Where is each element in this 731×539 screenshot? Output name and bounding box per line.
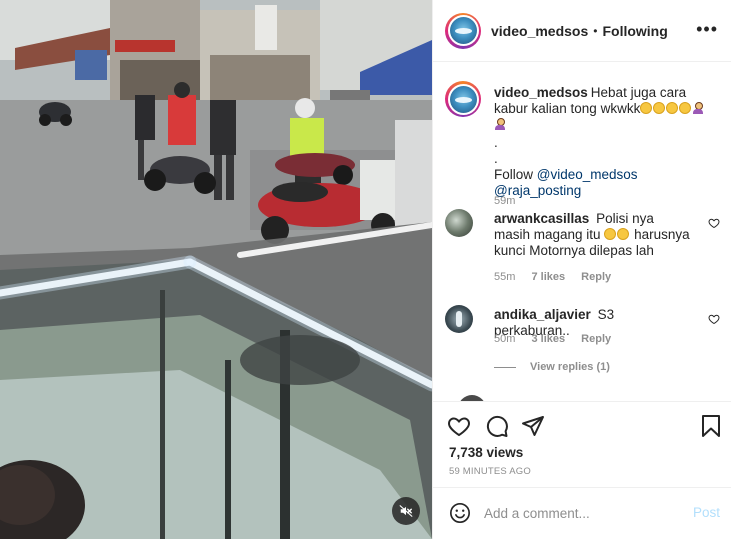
comment: andika_aljavier S3 perkaburan.. 50m 3 li…	[445, 305, 720, 355]
header-username[interactable]: video_medsos	[491, 23, 588, 39]
caption-timestamp[interactable]: 59m	[494, 195, 515, 207]
view-replies-label: View replies (1)	[530, 361, 610, 373]
reply-button[interactable]: Reply	[581, 333, 611, 345]
comment-composer: Post	[433, 487, 731, 539]
post-actions: 7,738 views 59 MINUTES AGO	[433, 401, 731, 487]
following-button[interactable]: Following	[602, 23, 667, 39]
comments-list[interactable]: video_medsos Hebat juga cara kabur kalian…	[433, 63, 731, 401]
speaker-muted-icon	[399, 505, 413, 517]
caption-username[interactable]: video_medsos	[494, 85, 588, 100]
rofl-emoji	[640, 102, 653, 114]
rofl-emoji	[666, 102, 679, 114]
comment-timestamp[interactable]: 55m	[494, 271, 515, 283]
post-header: video_medsos • Following •••	[433, 0, 731, 62]
video-player[interactable]	[0, 0, 432, 539]
caption-avatar[interactable]	[445, 81, 481, 117]
post-sidebar: video_medsos • Following ••• video_medso…	[432, 0, 731, 539]
like-heart-icon[interactable]	[447, 414, 471, 438]
caption-follow-text: Follow	[494, 167, 534, 182]
caption-dot-2: .	[494, 151, 498, 166]
replies-divider-line	[494, 366, 516, 368]
header-separator: •	[593, 23, 598, 38]
save-bookmark-icon[interactable]	[699, 414, 723, 438]
facepalm-emoji	[494, 118, 506, 130]
mute-toggle-button[interactable]	[392, 497, 420, 525]
video-frame	[0, 0, 432, 539]
comment-input[interactable]	[484, 502, 684, 524]
laugh-emoji	[604, 228, 617, 240]
facepalm-emoji	[692, 102, 704, 114]
caption: video_medsos Hebat juga cara kabur kalian…	[445, 81, 720, 207]
laugh-emoji	[617, 228, 630, 240]
rofl-emoji	[653, 102, 666, 114]
view-replies-button[interactable]: View replies (1)	[494, 361, 610, 373]
comment-likes[interactable]: 3 likes	[531, 333, 565, 345]
like-comment-heart-icon[interactable]	[708, 217, 720, 229]
mention-link[interactable]: @video_medsos	[537, 167, 638, 182]
comment-bubble-icon[interactable]	[485, 414, 509, 438]
like-comment-heart-icon[interactable]	[708, 313, 720, 325]
reply-button[interactable]: Reply	[581, 271, 611, 283]
emoji-picker-icon[interactable]	[449, 502, 471, 524]
comment-timestamp[interactable]: 50m	[494, 333, 515, 345]
comment: arwankcasillas Polisi nya masih magang i…	[445, 209, 720, 289]
more-options-icon[interactable]: •••	[696, 20, 718, 38]
grin-emoji	[679, 102, 692, 114]
comment-username[interactable]: andika_aljavier	[494, 307, 591, 322]
view-count[interactable]: 7,738 views	[449, 445, 523, 460]
commenter-avatar[interactable]	[445, 209, 473, 237]
caption-dot-1: .	[494, 135, 498, 150]
post-timestamp[interactable]: 59 MINUTES AGO	[449, 466, 531, 477]
comment-username[interactable]: arwankcasillas	[494, 211, 589, 226]
share-paper-plane-icon[interactable]	[521, 414, 545, 438]
commenter-avatar[interactable]	[445, 305, 473, 333]
avatar[interactable]	[445, 12, 481, 49]
comment-likes[interactable]: 7 likes	[531, 271, 565, 283]
post-comment-button[interactable]: Post	[693, 505, 720, 520]
